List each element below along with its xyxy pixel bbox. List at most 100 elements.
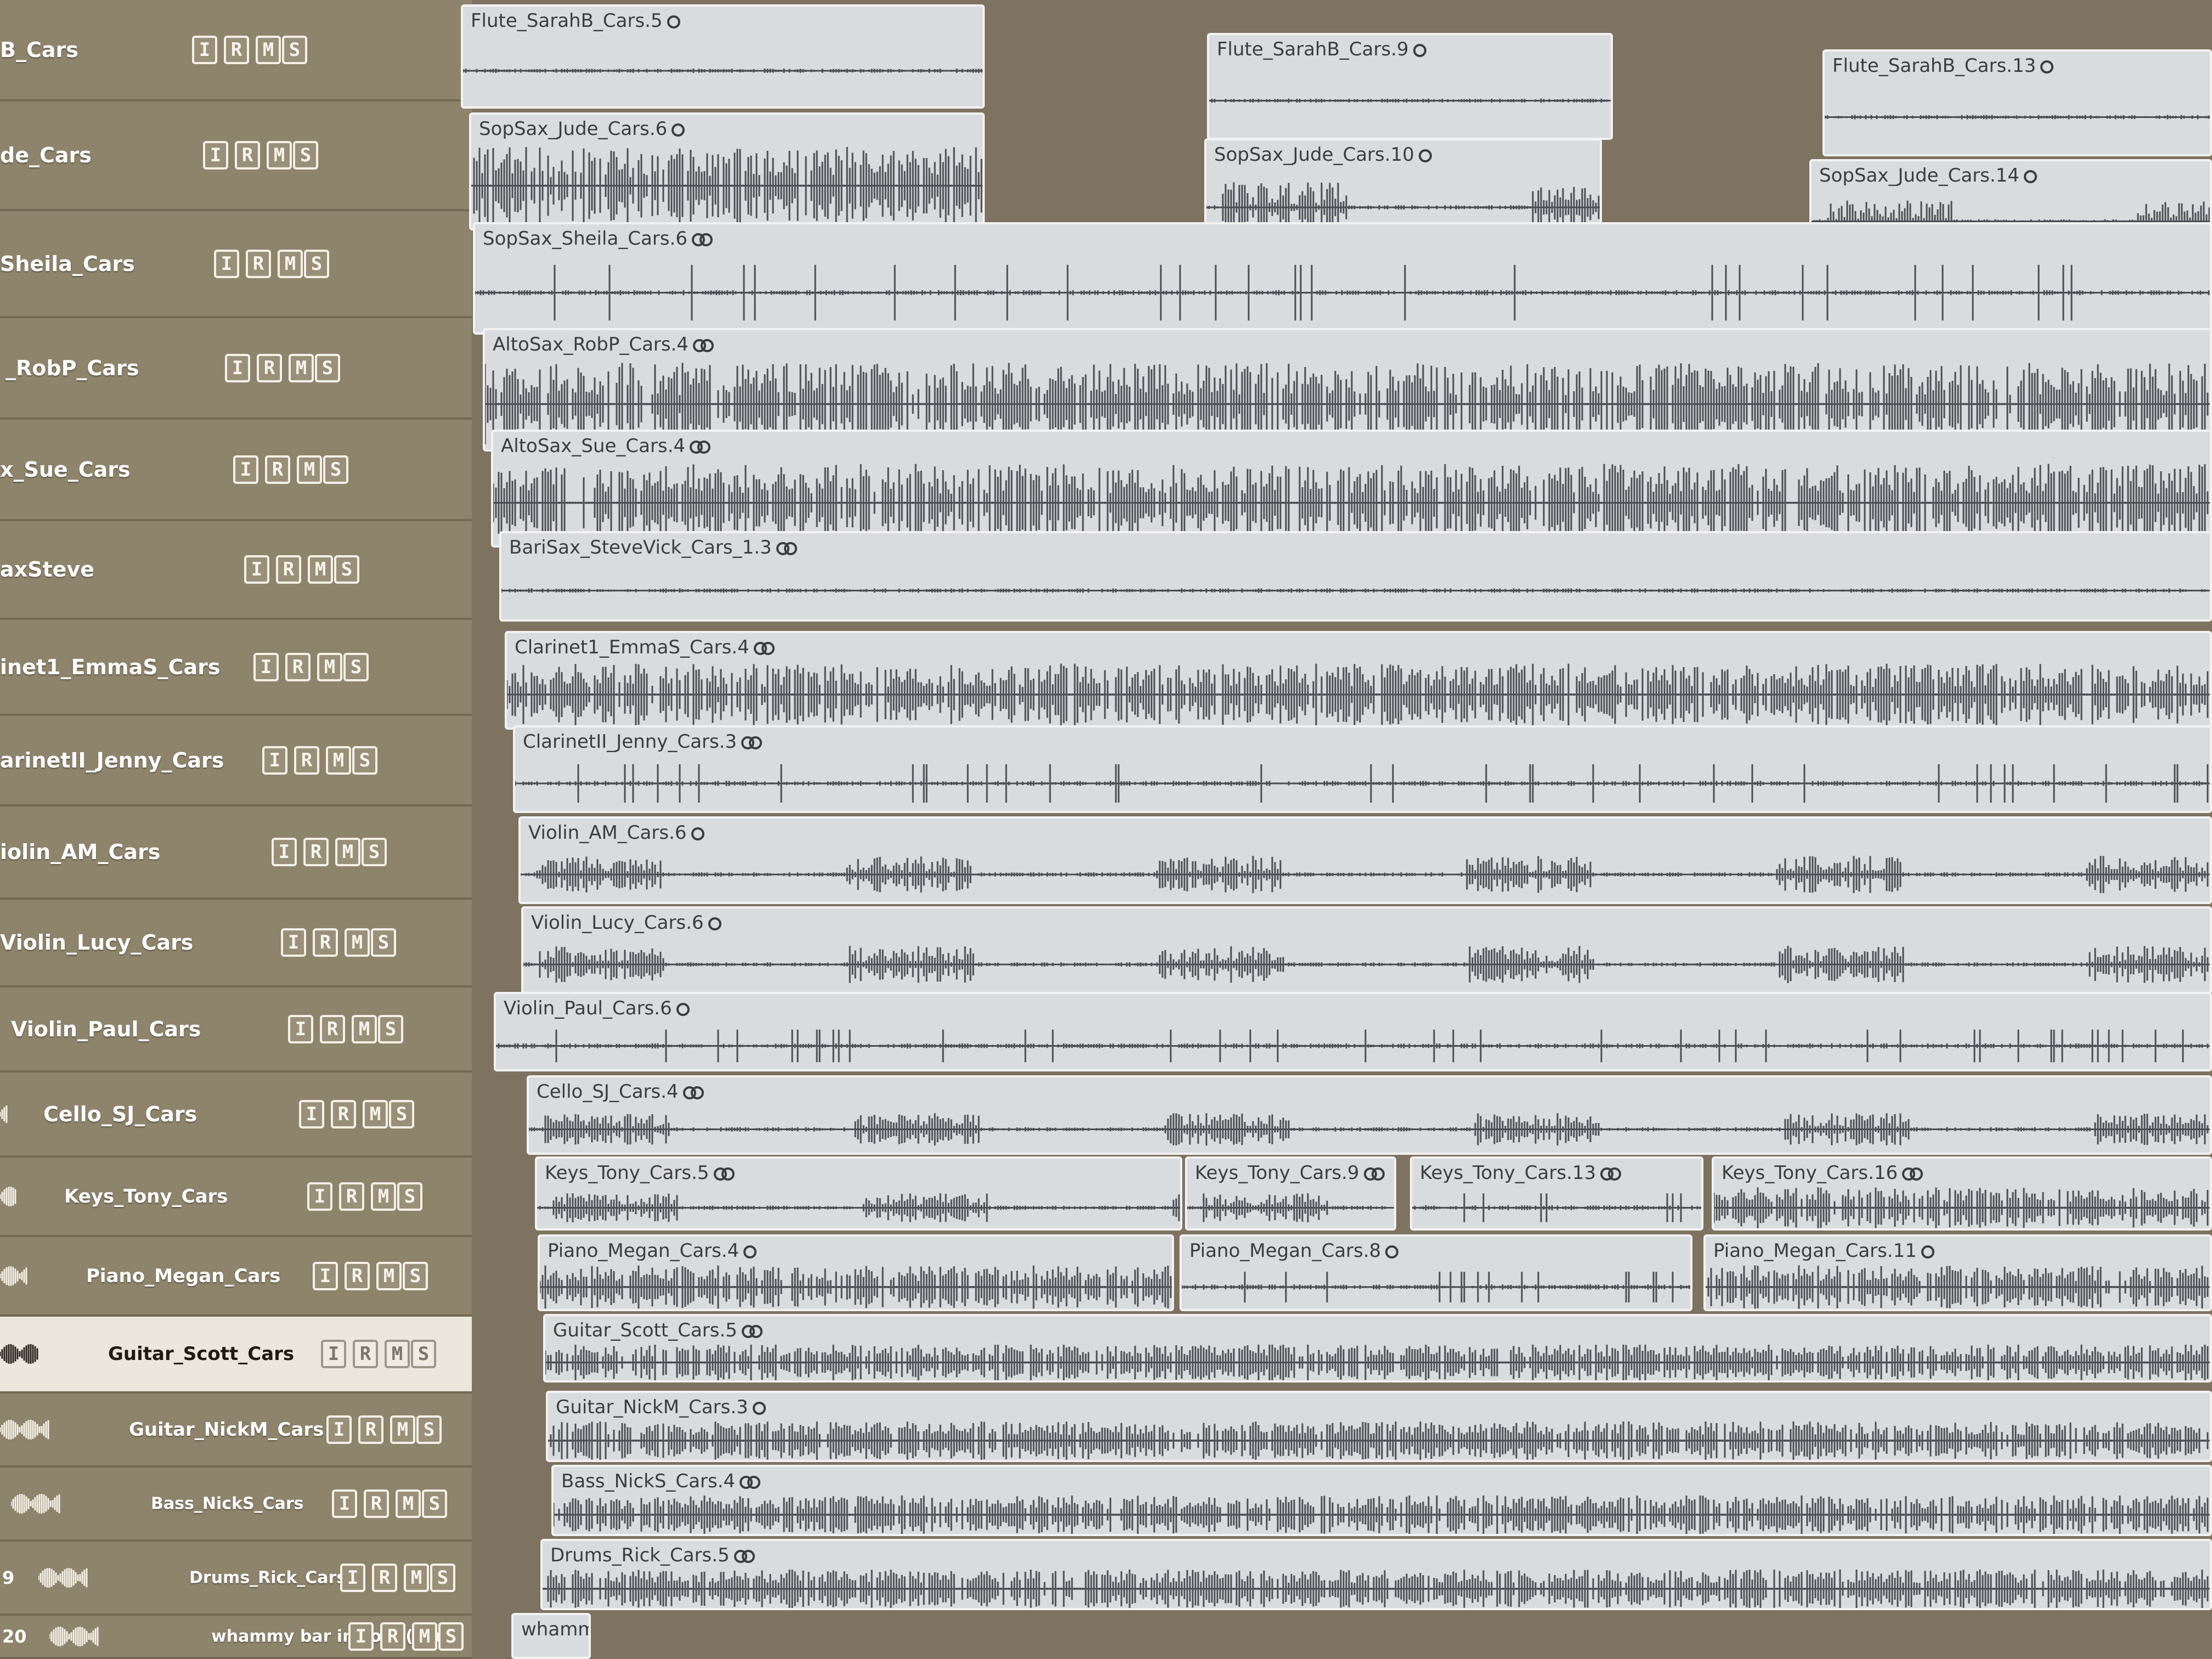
record-enable-button[interactable]: R	[331, 1099, 356, 1128]
audio-region[interactable]: Keys_Tony_Cars.13	[1410, 1156, 1703, 1231]
input-monitor-button[interactable]: I	[203, 141, 228, 170]
track-header-row[interactable]: x_Sue_Cars I R M S	[0, 420, 472, 521]
mute-button[interactable]: M	[363, 1099, 388, 1128]
audio-region[interactable]: Drums_Rick_Cars.5	[540, 1539, 2212, 1610]
track-name[interactable]: Guitar_Scott_Cars	[108, 1343, 294, 1365]
solo-button[interactable]: S	[362, 838, 387, 866]
record-enable-button[interactable]: R	[320, 1014, 345, 1043]
mute-button[interactable]: M	[371, 1182, 396, 1211]
solo-button[interactable]: S	[315, 353, 340, 382]
mute-button[interactable]: M	[256, 35, 281, 64]
record-enable-button[interactable]: R	[345, 1261, 370, 1290]
solo-button[interactable]: S	[411, 1340, 436, 1368]
solo-button[interactable]: S	[293, 141, 318, 170]
solo-button[interactable]: S	[352, 746, 377, 775]
mute-button[interactable]: M	[267, 141, 292, 170]
track-header-row[interactable]: Sheila_Cars I R M S	[0, 211, 472, 318]
record-enable-button[interactable]: R	[224, 35, 249, 64]
track-name[interactable]: Drums_Rick_Cars	[189, 1568, 346, 1587]
audio-region[interactable]: Clarinet1_EmmaS_Cars.4	[505, 631, 2212, 730]
mute-button[interactable]: M	[317, 652, 342, 681]
input-monitor-button[interactable]: I	[262, 746, 287, 775]
track-name[interactable]: de_Cars	[0, 143, 92, 167]
input-monitor-button[interactable]: I	[321, 1340, 346, 1368]
input-monitor-button[interactable]: I	[326, 1415, 352, 1444]
track-header-row[interactable]: Keys_Tony_Cars I R M S	[0, 1158, 472, 1237]
input-monitor-button[interactable]: I	[233, 455, 258, 484]
track-name[interactable]: Violin_Paul_Cars	[11, 1017, 201, 1041]
solo-button[interactable]: S	[304, 249, 329, 278]
track-header-row[interactable]: iolin_AM_Cars I R M S	[0, 806, 472, 900]
input-monitor-button[interactable]: I	[244, 555, 269, 584]
track-name[interactable]: iolin_AM_Cars	[0, 840, 160, 864]
input-monitor-button[interactable]: I	[340, 1563, 365, 1592]
input-monitor-button[interactable]: I	[272, 838, 297, 866]
audio-region[interactable]: Piano_Megan_Cars.11	[1703, 1234, 2212, 1311]
mute-button[interactable]: M	[278, 249, 303, 278]
track-name[interactable]: Sheila_Cars	[0, 252, 135, 276]
solo-button[interactable]: S	[403, 1261, 428, 1290]
input-monitor-button[interactable]: I	[253, 652, 279, 681]
record-enable-button[interactable]: R	[276, 555, 301, 584]
audio-region[interactable]: Cello_SJ_Cars.4	[527, 1075, 2212, 1155]
mute-button[interactable]: M	[326, 746, 351, 775]
record-enable-button[interactable]: R	[358, 1415, 383, 1444]
audio-region[interactable]: Keys_Tony_Cars.9	[1185, 1156, 1396, 1231]
track-header-row[interactable]: B_Cars I R M S	[0, 0, 472, 101]
solo-button[interactable]: S	[430, 1563, 455, 1592]
track-name[interactable]: arinetII_Jenny_Cars	[0, 748, 224, 772]
input-monitor-button[interactable]: I	[332, 1489, 357, 1518]
record-enable-button[interactable]: R	[265, 455, 290, 484]
audio-region[interactable]: Flute_SarahB_Cars.13	[1822, 49, 2212, 156]
mute-button[interactable]: M	[412, 1622, 437, 1651]
record-enable-button[interactable]: R	[294, 746, 319, 775]
record-enable-button[interactable]: R	[313, 928, 338, 957]
audio-region[interactable]: ClarinetII_Jenny_Cars.3	[513, 725, 2212, 813]
mute-button[interactable]: M	[385, 1340, 410, 1368]
track-header-row[interactable]: inet1_EmmaS_Cars I R M S	[0, 620, 472, 716]
track-header-row[interactable]: Violin_Lucy_Cars I R M S	[0, 900, 472, 988]
audio-region[interactable]: Piano_Megan_Cars.8	[1180, 1234, 1692, 1311]
solo-button[interactable]: S	[397, 1182, 422, 1211]
audio-region[interactable]: BariSax_SteveVick_Cars_1.3	[499, 531, 2212, 622]
track-header-row[interactable]: de_Cars I R M S	[0, 101, 472, 211]
track-name[interactable]: _RobP_Cars	[5, 356, 139, 380]
input-monitor-button[interactable]: I	[299, 1099, 324, 1128]
solo-button[interactable]: S	[371, 928, 396, 957]
mute-button[interactable]: M	[308, 555, 333, 584]
record-enable-button[interactable]: R	[246, 249, 271, 278]
mute-button[interactable]: M	[390, 1415, 415, 1444]
input-monitor-button[interactable]: I	[313, 1261, 338, 1290]
audio-region[interactable]: Bass_NickS_Cars.4	[551, 1465, 2212, 1536]
audio-region[interactable]: SopSax_Jude_Cars.6	[469, 112, 985, 230]
mute-button[interactable]: M	[289, 353, 314, 382]
input-monitor-button[interactable]: I	[214, 249, 239, 278]
input-monitor-button[interactable]: I	[281, 928, 306, 957]
record-enable-button[interactable]: R	[353, 1340, 378, 1368]
track-header-row[interactable]: Guitar_NickM_Cars I R M S	[0, 1393, 472, 1468]
track-name[interactable]: Bass_NickS_Cars	[151, 1494, 303, 1513]
track-header-row[interactable]: _RobP_Cars I R M S	[0, 318, 472, 420]
solo-button[interactable]: S	[389, 1099, 414, 1128]
audio-region[interactable]: Violin_Lucy_Cars.6	[521, 906, 2212, 994]
audio-region[interactable]: Violin_Paul_Cars.6	[494, 992, 2212, 1071]
track-name[interactable]: x_Sue_Cars	[0, 458, 131, 482]
audio-region[interactable]: Piano_Megan_Cars.4	[538, 1234, 1174, 1311]
track-header-row[interactable]: arinetII_Jenny_Cars I R M S	[0, 716, 472, 806]
track-name[interactable]: axSteve	[0, 557, 94, 582]
record-enable-button[interactable]: R	[364, 1489, 389, 1518]
track-header-row[interactable]: Guitar_Scott_Cars I R M S	[0, 1317, 472, 1393]
mute-button[interactable]: M	[352, 1014, 377, 1043]
solo-button[interactable]: S	[323, 455, 348, 484]
solo-button[interactable]: S	[282, 35, 307, 64]
solo-button[interactable]: S	[334, 555, 359, 584]
track-header-row[interactable]: 20 whammy bar intro A (var... I R M S	[0, 1616, 472, 1659]
record-enable-button[interactable]: R	[285, 652, 311, 681]
mute-button[interactable]: M	[297, 455, 322, 484]
audio-region[interactable]: Guitar_Scott_Cars.5	[543, 1314, 2212, 1383]
record-enable-button[interactable]: R	[372, 1563, 397, 1592]
mute-button[interactable]: M	[335, 838, 360, 866]
audio-region[interactable]: SopSax_Sheila_Cars.6	[473, 222, 2212, 335]
track-header-row[interactable]: Bass_NickS_Cars I R M S	[0, 1468, 472, 1542]
mute-button[interactable]: M	[345, 928, 370, 957]
